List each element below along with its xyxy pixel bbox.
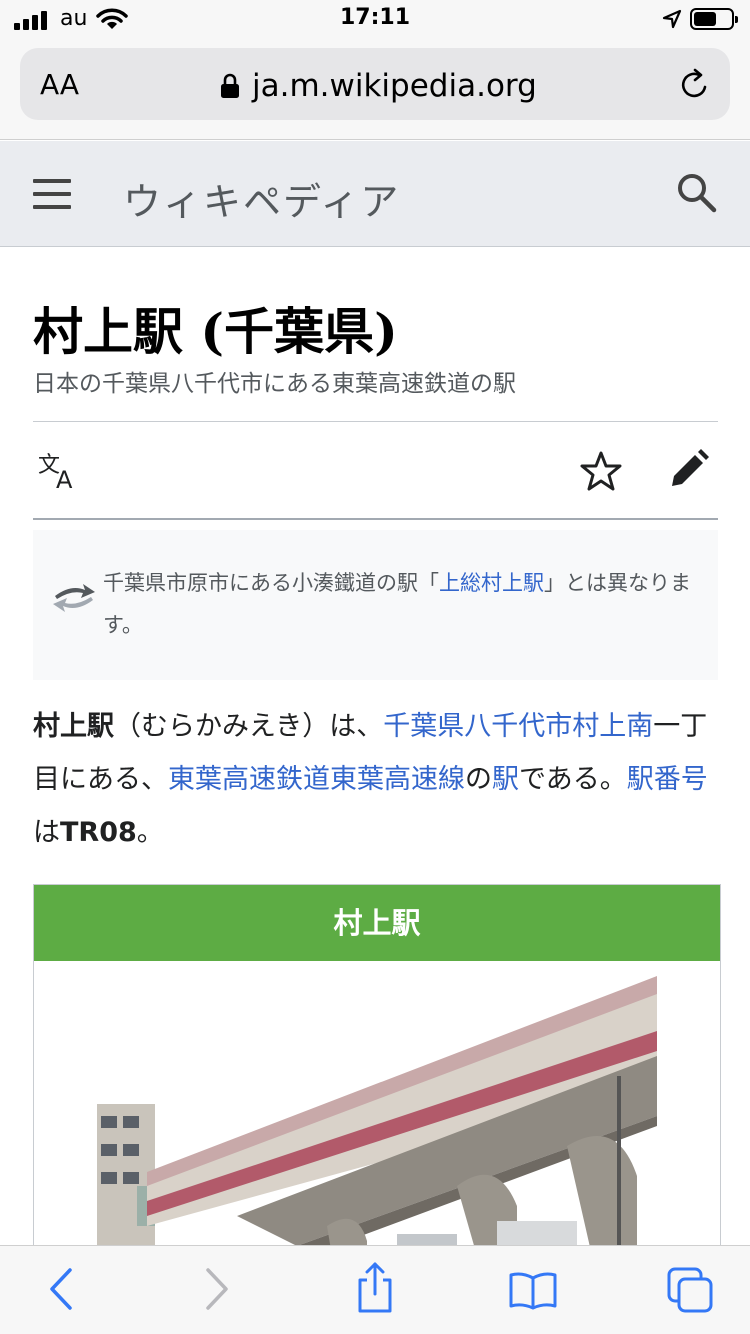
divider (33, 421, 718, 422)
para-text: である。 (519, 764, 627, 795)
hatnote-link[interactable]: 上総村上駅 (439, 571, 544, 595)
bold-term: 村上駅 (33, 711, 114, 742)
menu-icon[interactable] (33, 179, 71, 209)
link-location[interactable]: 千葉県八千代市村上南 (383, 711, 653, 742)
hatnote: 千葉県市原市にある小湊鐵道の駅「上総村上駅」とは異なります。 (33, 530, 718, 680)
link-line[interactable]: 東葉高速鉄道東葉高速線 (168, 764, 465, 795)
wiki-wordmark[interactable]: ウィキペディア (123, 171, 400, 226)
lock-icon (221, 73, 239, 98)
text-size-label: AA (40, 68, 80, 101)
station-photo[interactable] (97, 976, 657, 1256)
tabs-icon[interactable] (666, 1266, 716, 1316)
share-icon[interactable] (355, 1262, 395, 1314)
divider (33, 518, 718, 520)
hatnote-text: 千葉県市原市にある小湊鐵道の駅「上総村上駅」とは異なります。 (103, 562, 703, 646)
back-icon[interactable] (44, 1266, 78, 1312)
para-text: の (465, 764, 492, 795)
search-icon[interactable] (676, 172, 718, 214)
infobox-header: 村上駅 (34, 885, 720, 961)
location-arrow-icon (662, 9, 682, 29)
bookmarks-icon[interactable] (508, 1270, 558, 1310)
swap-arrows-icon (53, 584, 95, 612)
infobox: 村上駅 (33, 884, 721, 1256)
clock: 17:11 (339, 5, 411, 30)
para-text: 。 (136, 817, 164, 848)
browser-url-area: AA ja.m.wikipedia.org (0, 40, 750, 140)
forward-icon[interactable] (200, 1266, 234, 1312)
url-text: ja.m.wikipedia.org (252, 68, 537, 104)
station-code: TR08 (60, 817, 137, 848)
link-station-number[interactable]: 駅番号 (627, 764, 708, 795)
reading: （むらかみえき）は、 (114, 711, 384, 742)
page-description: 日本の千葉県八千代市にある東葉高速鉄道の駅 (33, 371, 516, 397)
para-text: は (33, 817, 60, 848)
address-bar[interactable]: AA ja.m.wikipedia.org (20, 48, 730, 120)
wiki-header: ウィキペディア (0, 141, 750, 247)
text-size-button[interactable]: AA (40, 68, 79, 101)
edit-pencil-icon[interactable] (668, 448, 710, 490)
svg-text:A: A (56, 466, 73, 490)
status-bar: au 17:11 (0, 0, 750, 40)
reload-icon[interactable] (678, 68, 712, 102)
url-display[interactable]: ja.m.wikipedia.org (220, 68, 537, 104)
battery-icon (690, 8, 738, 30)
hatnote-before: 千葉県市原市にある小湊鐵道の駅「 (103, 571, 439, 595)
star-icon[interactable] (580, 450, 622, 492)
lead-paragraph: 村上駅（むらかみえき）は、千葉県八千代市村上南一丁目にある、東葉高速鉄道東葉高速… (33, 700, 723, 859)
page-title: 村上駅 (千葉県) (33, 302, 398, 361)
link-station[interactable]: 駅 (492, 764, 519, 795)
browser-toolbar (0, 1245, 750, 1334)
language-icon[interactable]: 文 A (38, 452, 82, 490)
